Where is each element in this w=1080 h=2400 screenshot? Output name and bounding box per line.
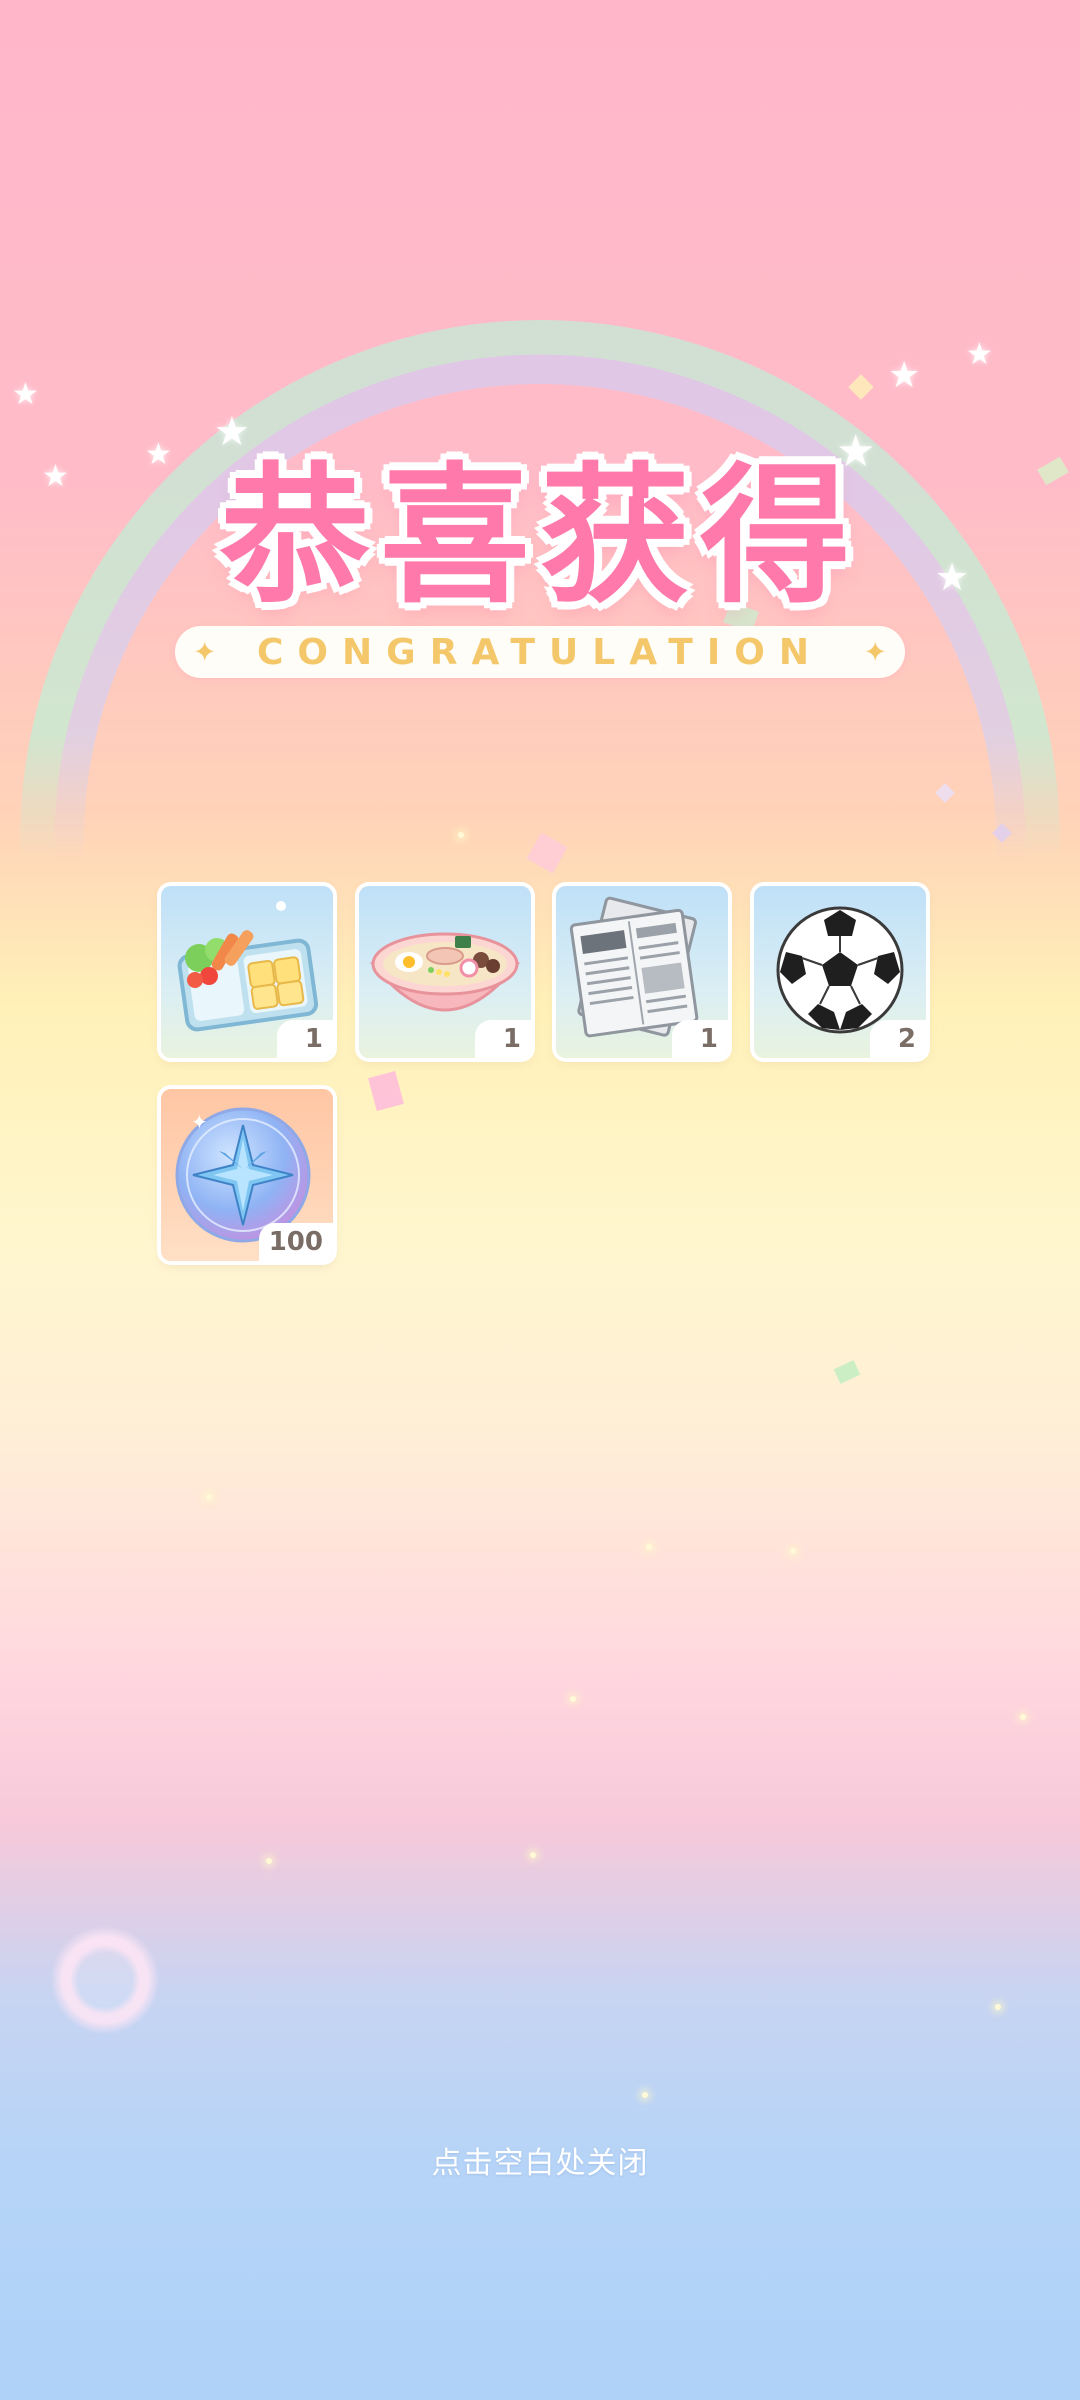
- sparkle-decoration: [646, 1544, 652, 1550]
- sparkle-icon: ✦: [863, 635, 887, 669]
- sparkle-decoration: [790, 1548, 796, 1554]
- confetti-decoration: [833, 1360, 861, 1384]
- quantity-badge: 100: [258, 1223, 333, 1261]
- svg-text:✦: ✦: [191, 1110, 208, 1134]
- congratulation-banner: ✦ CONGRATULATION ✦: [175, 626, 905, 678]
- confetti-decoration: [368, 1070, 404, 1112]
- congratulation-text: CONGRATULATION: [257, 631, 823, 673]
- quantity-badge: 1: [672, 1020, 728, 1058]
- star-decoration: ★: [12, 377, 39, 412]
- reward-item-ramen[interactable]: 1: [359, 886, 531, 1058]
- sparkle-decoration: [995, 2004, 1001, 2010]
- quantity-badge: 1: [475, 1020, 531, 1058]
- quantity-badge: 1: [277, 1020, 333, 1058]
- reward-item-star-coin[interactable]: ✦ 100: [161, 1089, 333, 1261]
- congrats-title: 恭喜获得: [219, 450, 860, 624]
- sparkle-icon: ✦: [193, 635, 217, 669]
- tap-to-close-hint[interactable]: 点击空白处关闭: [0, 2138, 1080, 2182]
- sparkle-decoration: [570, 1696, 576, 1702]
- reward-item-newspaper[interactable]: 1: [556, 886, 728, 1058]
- quantity-badge: 2: [870, 1020, 926, 1058]
- star-decoration: ★: [966, 337, 993, 372]
- star-decoration: ★: [888, 355, 921, 396]
- reward-item-soccer-ball[interactable]: 2: [754, 886, 926, 1058]
- sparkle-decoration: [266, 1858, 272, 1864]
- sparkle-decoration: [458, 832, 464, 838]
- sparkle-decoration: [1020, 1714, 1026, 1720]
- sparkle-decoration: [530, 1852, 536, 1858]
- sparkle-decoration: [206, 1494, 212, 1500]
- glow-ring-decoration: [50, 1925, 160, 2035]
- sparkle-decoration: [642, 2092, 648, 2098]
- reward-item-bento[interactable]: 1: [161, 886, 333, 1058]
